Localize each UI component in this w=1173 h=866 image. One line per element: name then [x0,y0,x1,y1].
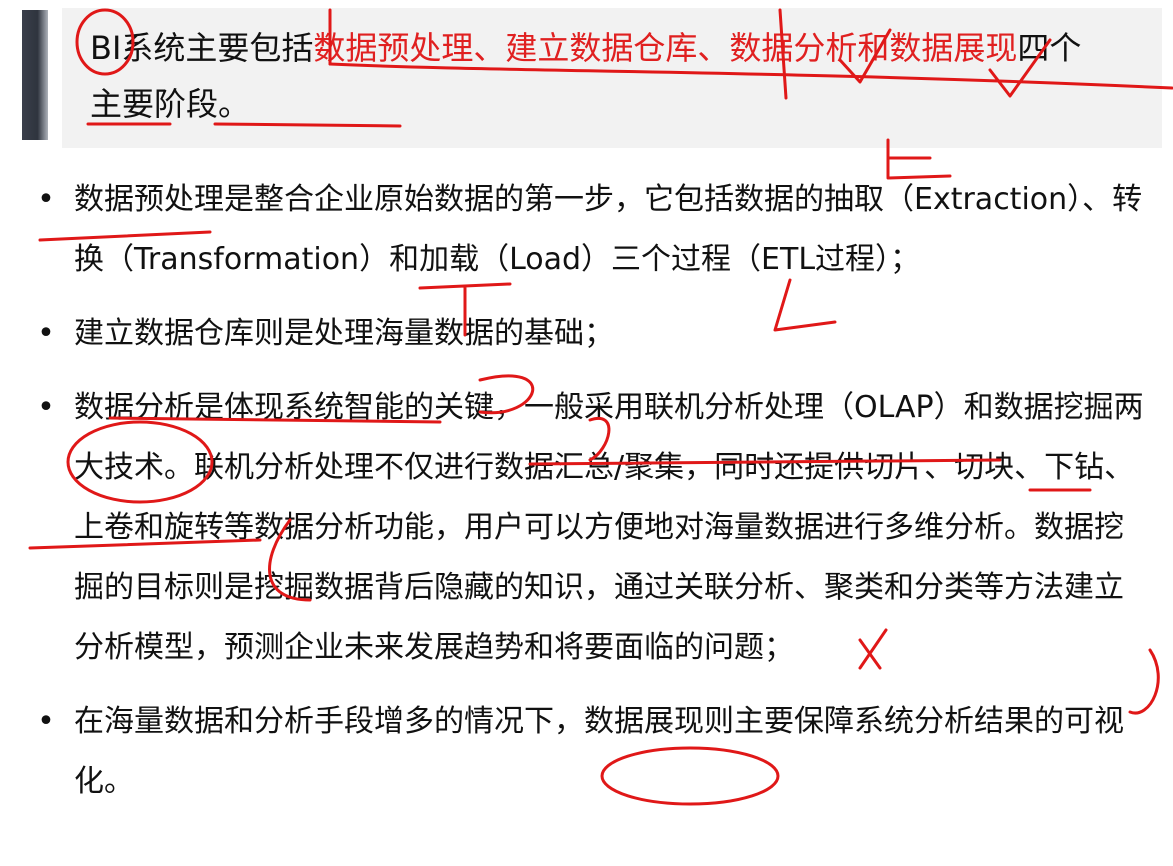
bullet-marker: • [37,316,55,351]
slide: BI系统主要包括数据预处理、建立数据仓库、数据分析和数据展现四个主要阶段。 • … [0,0,1173,866]
bullet-marker: • [37,390,55,425]
bullet-item: • 数据预处理是整合企业原始数据的第一步，它包括数据的抽取（Extraction… [36,170,1146,290]
title-part-1: BI系统主要包括 [90,29,314,67]
bullet-marker: • [37,182,55,217]
bullet-text: 建立数据仓库则是处理海量数据的基础； [74,316,614,351]
slide-title: BI系统主要包括数据预处理、建立数据仓库、数据分析和数据展现四个主要阶段。 [90,20,1090,132]
title-highlight: 数据预处理、建立数据仓库、数据分析和数据展现 [313,29,1018,67]
bullet-item: • 数据分析是体现系统智能的关键，一般采用联机分析处理（OLAP）和数据挖掘两大… [36,378,1146,678]
bullet-list: • 数据预处理是整合企业原始数据的第一步，它包括数据的抽取（Extraction… [36,170,1146,826]
bullet-marker: • [37,704,55,739]
bullet-text: 在海量数据和分析手段增多的情况下，数据展现则主要保障系统分析结果的可视化。 [74,704,1124,799]
bullet-text: 数据预处理是整合企业原始数据的第一步，它包括数据的抽取（Extraction）、… [74,182,1143,277]
title-accent-bar [22,10,48,140]
bullet-item: • 在海量数据和分析手段增多的情况下，数据展现则主要保障系统分析结果的可视化。 [36,692,1146,812]
bullet-text: 数据分析是体现系统智能的关键，一般采用联机分析处理（OLAP）和数据挖掘两大技术… [74,390,1144,665]
bullet-item: • 建立数据仓库则是处理海量数据的基础； [36,304,1146,364]
